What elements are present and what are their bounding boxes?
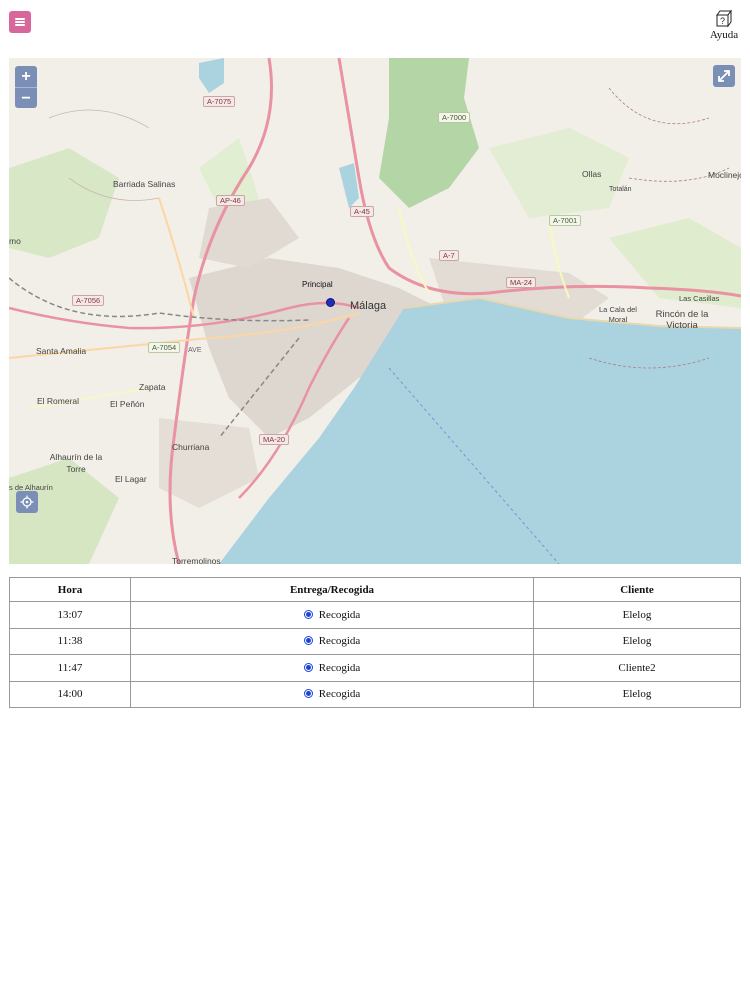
fullscreen-button[interactable] — [713, 65, 735, 87]
zoom-controls: + − — [15, 66, 37, 108]
column-header-hora: Hora — [9, 577, 131, 602]
radio-icon[interactable] — [303, 609, 313, 619]
road-a45: A-45 — [350, 206, 374, 217]
road-a7075: A-7075 — [203, 96, 236, 107]
cell-tipo: Recogida — [130, 627, 534, 655]
zoom-in-button[interactable]: + — [15, 66, 37, 87]
map-marker-principal[interactable] — [326, 298, 335, 307]
cell-tipo-label: Recogida — [318, 688, 361, 701]
map-label-zapata: Zapata — [139, 382, 166, 392]
table-row[interactable]: 13:07 Recogida Elelog — [9, 601, 741, 629]
expand-icon — [718, 70, 730, 82]
locate-button[interactable] — [16, 491, 38, 513]
table-row[interactable]: 11:47 Recogida Cliente2 — [9, 654, 741, 682]
svg-text:?: ? — [720, 16, 725, 26]
map-label-las-casillas: Las Casillas — [679, 294, 720, 303]
table-header-row: Hora Entrega/Recogida Cliente — [9, 577, 741, 602]
road-a7: A-7 — [439, 250, 459, 261]
crosshair-icon — [20, 495, 34, 509]
table-row[interactable]: 11:38 Recogida Elelog — [9, 627, 741, 655]
map-label-torremolinos: Torremolinos — [172, 556, 221, 564]
road-a7000: A-7000 — [438, 112, 471, 123]
cell-tipo: Recogida — [130, 680, 534, 708]
map-label-el-lagar: El Lagar — [115, 474, 147, 484]
cell-cliente: Cliente2 — [533, 654, 741, 682]
radio-icon[interactable] — [303, 636, 313, 646]
cell-tipo-label: Recogida — [318, 661, 361, 674]
help-box-icon: ? — [716, 9, 732, 28]
map-label-churriana: Churriana — [172, 442, 210, 452]
map-label-rincon: Rincón de la Victoria — [655, 309, 709, 331]
cell-tipo-label: Recogida — [318, 608, 361, 621]
cell-hora: 11:47 — [9, 654, 131, 682]
cell-tipo: Recogida — [130, 654, 534, 682]
road-ap46: AP-46 — [216, 195, 245, 206]
map-label-alhaurin: Alhaurín de la Torre — [49, 452, 103, 474]
map-label-barriada-salinas: Barriada Salinas — [113, 179, 176, 189]
cell-tipo-label: Recogida — [318, 635, 361, 648]
map-label-malaga: Málaga — [350, 300, 387, 312]
map-label-totalan: Totalán — [609, 186, 632, 193]
column-header-cliente: Cliente — [533, 577, 741, 602]
cell-cliente: Elelog — [533, 680, 741, 708]
map-label-moclinejo: Moclinejo — [708, 170, 741, 180]
column-header-tipo: Entrega/Recogida — [130, 577, 534, 602]
map-label-santa-amalia: Santa Amalia — [36, 346, 87, 356]
zoom-out-button[interactable]: − — [15, 87, 37, 108]
cell-cliente: Elelog — [533, 601, 741, 629]
cell-hora: 14:00 — [9, 680, 131, 708]
cell-tipo: Recogida — [130, 601, 534, 629]
map-label-la-cala: La Cala del Moral — [599, 305, 637, 324]
road-ma20: MA-20 — [259, 434, 290, 445]
radio-icon[interactable] — [303, 662, 313, 672]
cell-hora: 11:38 — [9, 627, 131, 655]
map-label-edge: mo — [9, 236, 21, 246]
map-label-el-romeral: El Romeral — [37, 396, 80, 406]
table-row[interactable]: 14:00 Recogida Elelog — [9, 680, 741, 708]
menu-button[interactable] — [9, 11, 31, 33]
radio-icon[interactable] — [303, 689, 313, 699]
road-a7001: A-7001 — [549, 215, 582, 226]
cell-hora: 13:07 — [9, 601, 131, 629]
help-button[interactable]: ? Ayuda — [704, 9, 744, 41]
help-label: Ayuda — [709, 29, 739, 41]
rail-ave: AVE — [188, 347, 202, 354]
road-ma24: MA-24 — [506, 277, 537, 288]
deliveries-table: Hora Entrega/Recogida Cliente 13:07 Reco… — [9, 577, 741, 708]
road-a7054: A-7054 — [148, 342, 181, 353]
map-label-ollas: Ollas — [582, 169, 602, 179]
road-a7056: A-7056 — [72, 295, 105, 306]
map-label-el-penon: El Peñón — [110, 399, 145, 409]
map[interactable]: Barriada Salinas Santa Amalia Zapata El … — [9, 58, 741, 564]
marker-label: Principal — [302, 280, 333, 289]
hamburger-menu-icon — [15, 18, 25, 26]
cell-cliente: Elelog — [533, 627, 741, 655]
